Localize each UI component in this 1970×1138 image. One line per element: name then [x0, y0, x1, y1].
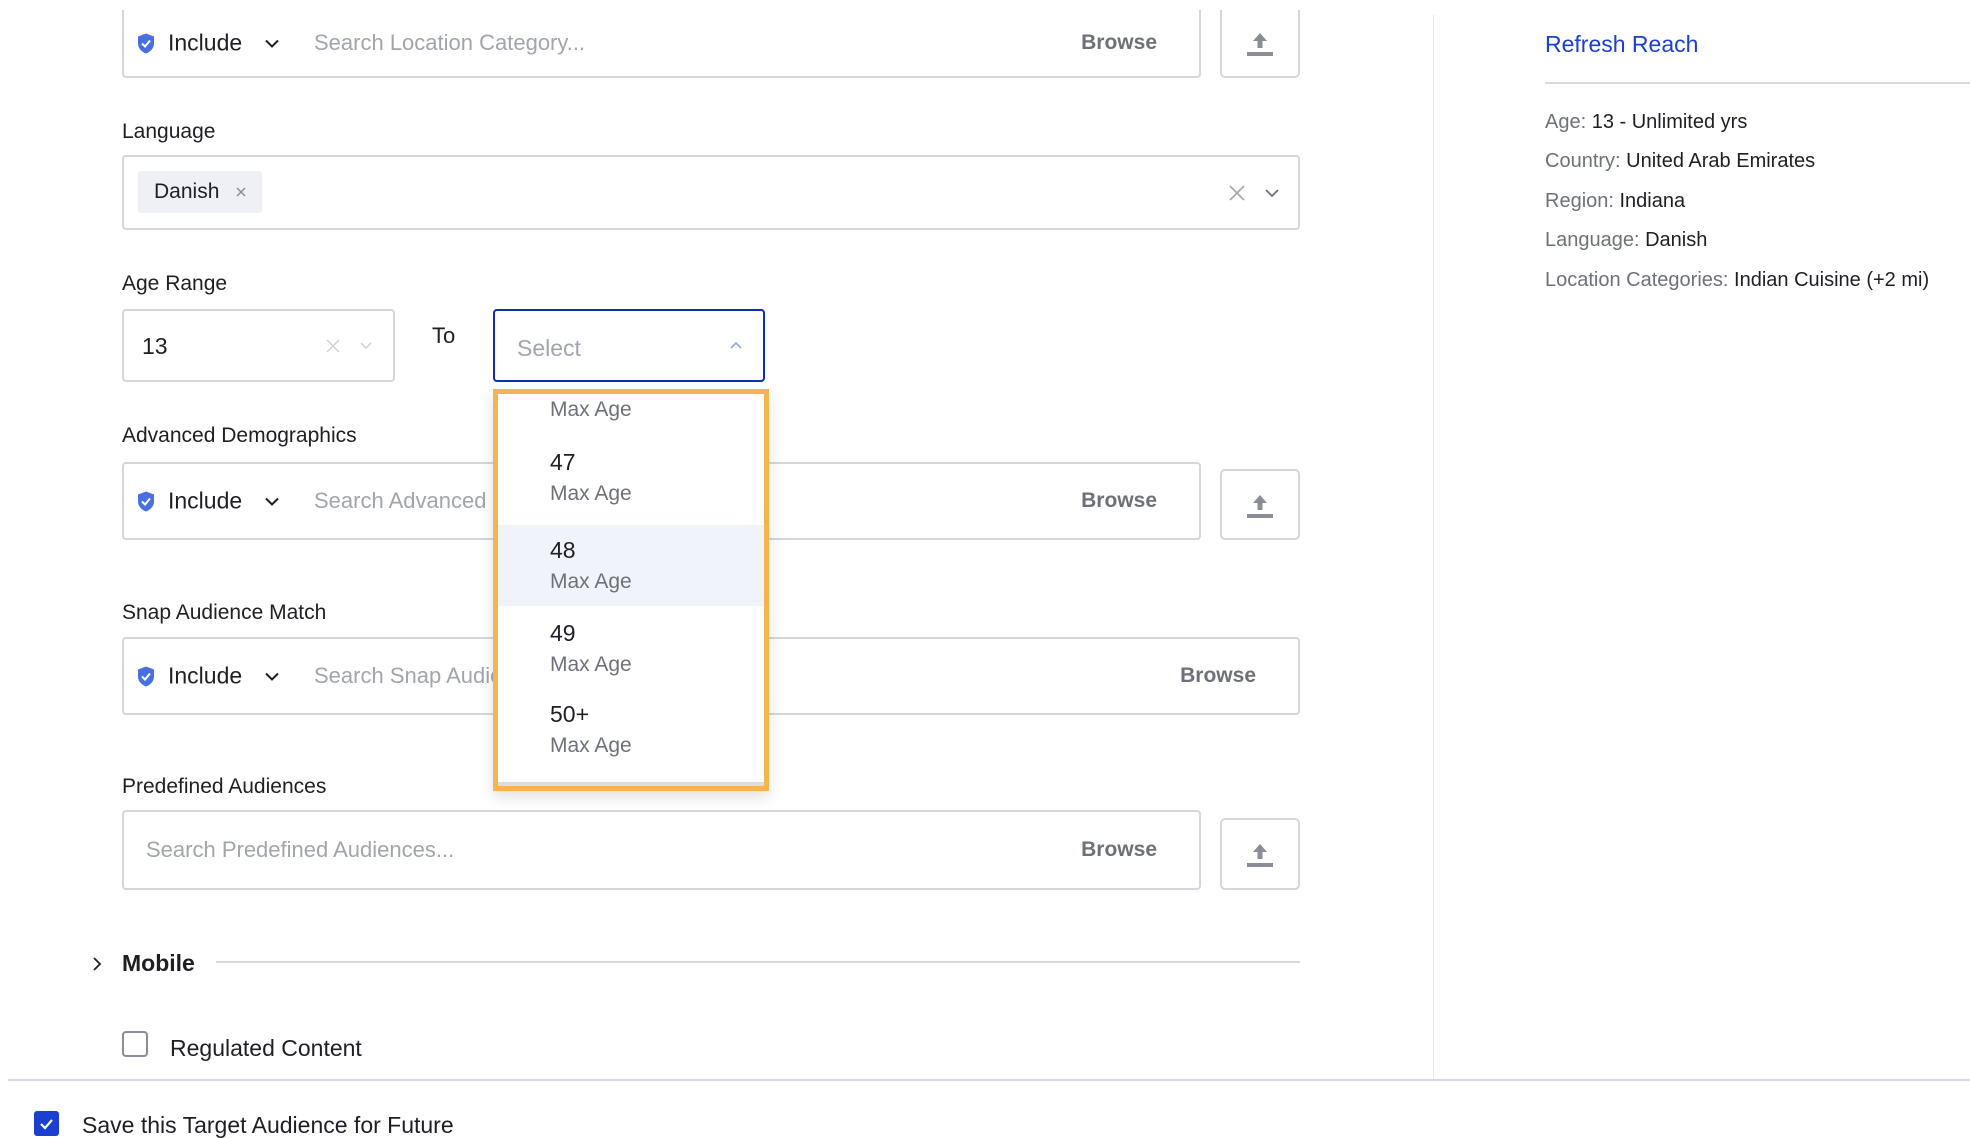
summary-value: 13 - Unlimited yrs: [1591, 111, 1748, 133]
age-min-value: 13: [142, 333, 168, 359]
summary-key: Language:: [1545, 229, 1640, 251]
upload-icon: [1247, 33, 1273, 56]
chevron-down-icon: [265, 672, 279, 681]
dropdown-option[interactable]: 50+ Max Age: [498, 689, 764, 770]
clear-icon[interactable]: [325, 338, 341, 354]
include-mode-label: Include: [168, 662, 243, 689]
summary-line-language: Language: Danish: [1545, 229, 1707, 252]
dropdown-option[interactable]: 47 Max Age: [498, 437, 764, 518]
chevron-down-icon: [265, 39, 279, 48]
option-sublabel: Max Age: [550, 653, 632, 676]
age-max-select[interactable]: Select: [493, 309, 765, 382]
include-mode-select[interactable]: Include: [136, 663, 280, 690]
checkmark-icon: [40, 1118, 53, 1130]
predefined-audiences-browse-button[interactable]: Browse: [1081, 838, 1157, 862]
clear-icon[interactable]: [1228, 184, 1246, 202]
summary-line-country: Country: United Arab Emirates: [1545, 150, 1815, 173]
chevron-down-icon: [265, 497, 279, 506]
chevron-up-icon[interactable]: [729, 341, 743, 350]
option-sublabel: Max Age: [550, 482, 632, 505]
summary-key: Country:: [1545, 150, 1621, 172]
location-category-upload-button[interactable]: [1220, 10, 1300, 78]
save-audience-label: Save this Target Audience for Future: [82, 1112, 454, 1138]
upload-icon: [1247, 494, 1273, 518]
summary-divider: [1545, 82, 1970, 84]
section-divider: [216, 961, 1300, 963]
dropdown-option[interactable]: 49 Max Age: [498, 608, 764, 689]
predefined-audiences-search-box[interactable]: Search Predefined Audiences... Browse: [122, 810, 1201, 890]
upload-icon: [1247, 844, 1273, 867]
mobile-section-label: Mobile: [122, 950, 195, 976]
location-category-search-box[interactable]: Include Search Location Category... Brow…: [122, 10, 1201, 78]
include-mode-select[interactable]: Include: [136, 30, 280, 57]
snap-audience-match-browse-button[interactable]: Browse: [1180, 664, 1256, 688]
language-tag-label: Danish: [154, 180, 220, 203]
location-category-browse-button[interactable]: Browse: [1081, 31, 1157, 55]
summary-key: Age:: [1545, 111, 1587, 133]
snap-audience-match-label: Snap Audience Match: [122, 601, 327, 624]
predefined-audiences-search-input[interactable]: Search Predefined Audiences...: [146, 837, 454, 863]
age-max-placeholder: Select: [517, 335, 581, 361]
remove-tag-icon[interactable]: [235, 186, 247, 198]
shield-check-icon: [138, 666, 154, 686]
age-range-label: Age Range: [122, 272, 228, 295]
age-min-select[interactable]: 13: [122, 309, 395, 382]
summary-value: Indian Cuisine (+2 mi): [1734, 269, 1930, 291]
chevron-down-icon[interactable]: [359, 341, 373, 350]
refresh-reach-link[interactable]: Refresh Reach: [1545, 31, 1698, 58]
summary-value: Danish: [1645, 229, 1708, 251]
language-select[interactable]: Danish: [122, 155, 1300, 230]
age-max-dropdown-menu: Max Age 47 Max Age 48 Max Age 49 Max Age…: [493, 389, 769, 791]
footer-divider: [8, 1079, 1970, 1081]
option-sublabel: Max Age: [550, 570, 632, 593]
summary-value: Indiana: [1619, 190, 1686, 212]
predefined-audiences-upload-button[interactable]: [1220, 818, 1300, 890]
advanced-demographics-browse-button[interactable]: Browse: [1081, 489, 1157, 513]
summary-line-age: Age: 13 - Unlimited yrs: [1545, 111, 1747, 134]
location-category-search-input[interactable]: Search Location Category...: [314, 30, 585, 56]
summary-key: Region:: [1545, 190, 1614, 212]
language-tag: Danish: [138, 171, 262, 213]
dropdown-option-highlighted[interactable]: 48 Max Age: [498, 525, 764, 606]
panel-vertical-divider: [1433, 15, 1434, 1079]
advanced-demographics-upload-button[interactable]: [1220, 469, 1300, 540]
include-mode-label: Include: [168, 487, 243, 514]
option-value: 49: [550, 620, 576, 646]
option-value: 47: [550, 449, 576, 475]
option-value: 50+: [550, 701, 590, 727]
option-value: 48: [550, 537, 576, 563]
to-label: To: [432, 323, 456, 348]
language-label: Language: [122, 120, 216, 143]
save-audience-checkbox[interactable]: [34, 1111, 59, 1136]
chevron-right-icon: [93, 956, 102, 971]
include-mode-select[interactable]: Include: [136, 488, 280, 515]
shield-check-icon: [138, 491, 154, 511]
chevron-down-icon[interactable]: [1264, 188, 1280, 198]
summary-line-region: Region: Indiana: [1545, 190, 1685, 213]
option-sublabel: Max Age: [550, 398, 632, 421]
summary-key: Location Categories:: [1545, 269, 1729, 291]
summary-value: United Arab Emirates: [1626, 150, 1816, 172]
option-sublabel: Max Age: [550, 734, 632, 757]
shield-check-icon: [138, 33, 154, 53]
predefined-audiences-label: Predefined Audiences: [122, 775, 327, 798]
include-mode-label: Include: [168, 29, 243, 56]
mobile-section-toggle[interactable]: Mobile: [92, 950, 195, 977]
regulated-content-label: Regulated Content: [170, 1035, 362, 1061]
advanced-demographics-label: Advanced Demographics: [122, 424, 357, 447]
summary-line-location-categories: Location Categories: Indian Cuisine (+2 …: [1545, 269, 1929, 292]
regulated-content-checkbox[interactable]: [122, 1031, 148, 1057]
